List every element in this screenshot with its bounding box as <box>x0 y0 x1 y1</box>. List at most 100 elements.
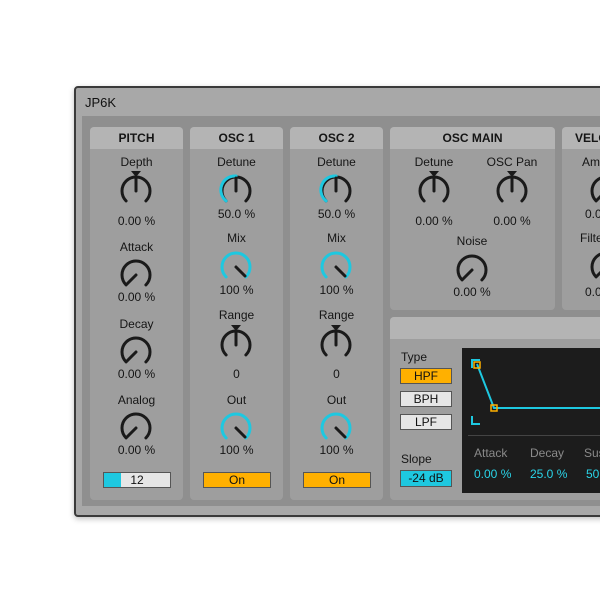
envelope-start-bracket-bottom <box>471 416 480 425</box>
filter-header <box>390 317 600 339</box>
osc2-mix-label: Mix <box>327 231 346 245</box>
osc-main-pan-label: OSC Pan <box>486 155 538 169</box>
velo-amp-value: 0.0 <box>585 207 600 221</box>
osc1-out-value: 100 % <box>219 443 254 457</box>
osc1-detune-value: 50.0 % <box>217 207 256 221</box>
pitch-depth-label: Depth <box>120 155 153 169</box>
filter-type-hpf[interactable]: HPF <box>400 368 452 384</box>
filter-type-label: Type <box>401 350 428 364</box>
osc2-range-value: 0 <box>333 367 340 381</box>
pitch-attack-value: 0.00 % <box>117 290 156 304</box>
osc-main-pan-knob[interactable] <box>491 169 533 211</box>
pitch-analog-knob[interactable] <box>115 406 157 448</box>
pitch-decay-knob[interactable] <box>115 330 157 372</box>
velo-amp-knob[interactable] <box>585 169 600 211</box>
pitch-analog-value: 0.00 % <box>117 443 156 457</box>
osc2-mix-value: 100 % <box>319 283 354 297</box>
osc1-mix-knob[interactable] <box>215 245 257 287</box>
osc1-range-knob[interactable] <box>215 323 257 365</box>
filter-slope-label: Slope <box>401 452 432 466</box>
osc2-out-label: Out <box>326 393 347 407</box>
osc-main-noise-pointer <box>461 268 474 281</box>
pitch-depth-value: 0.00 % <box>117 214 156 228</box>
osc1-range-value: 0 <box>233 367 240 381</box>
osc1-out-arc <box>220 412 252 440</box>
pitch-decay-pointer <box>125 350 138 363</box>
envelope-sustain-label: Sus <box>584 446 600 460</box>
velo-header: VELO <box>562 127 600 149</box>
osc-main-detune-value: 0.00 % <box>415 214 453 228</box>
osc2-out-knob[interactable] <box>315 406 357 448</box>
osc2-mix-arc <box>320 251 352 279</box>
pitch-analog-pointer <box>125 426 138 439</box>
pitch-number-box[interactable]: 12 <box>103 472 171 488</box>
pitch-decay-label: Decay <box>119 317 154 331</box>
osc2-detune-label: Detune <box>317 155 356 169</box>
osc2-panel: OSC 2 Detune 50.0 % Mix 100 % Range 0 Ou <box>290 127 383 500</box>
osc-main-noise-knob[interactable] <box>451 248 493 290</box>
osc2-out-arc <box>320 412 352 440</box>
pitch-attack-label: Attack <box>119 240 154 254</box>
osc-main-header: OSC MAIN <box>390 127 555 149</box>
pitch-header: PITCH <box>90 127 183 149</box>
osc1-detune-knob[interactable] <box>215 169 257 211</box>
osc2-mix-knob[interactable] <box>315 245 357 287</box>
velo-filter-label: Filte <box>580 231 600 245</box>
osc2-on-toggle[interactable]: On <box>303 472 371 488</box>
device-body: PITCH Depth 0.00 % Attack 0.00 % Decay 0… <box>82 116 600 506</box>
osc2-out-pointer <box>334 426 347 439</box>
osc-main-detune-knob[interactable] <box>413 169 455 211</box>
pitch-analog-label: Analog <box>117 393 156 407</box>
envelope-attack-label: Attack <box>474 446 508 460</box>
osc2-range-knob[interactable] <box>315 323 357 365</box>
osc-main-noise-value: 0.00 % <box>453 285 491 299</box>
pitch-depth-knob[interactable] <box>115 169 157 211</box>
osc1-mix-value: 100 % <box>219 283 254 297</box>
osc-main-noise-label: Noise <box>456 234 488 248</box>
osc2-range-label: Range <box>318 308 355 322</box>
osc1-range-label: Range <box>218 308 255 322</box>
velo-amp-label: Am <box>582 155 600 169</box>
filter-type-bph[interactable]: BPH <box>400 391 452 407</box>
envelope-curve <box>476 363 600 409</box>
osc-main-panel: OSC MAIN Detune 0.00 % OSC Pan 0.00 % No… <box>390 127 555 310</box>
osc2-detune-knob[interactable] <box>315 169 357 211</box>
envelope-attack-value[interactable]: 0.00 % <box>474 467 511 481</box>
osc2-mix-pointer <box>334 265 347 278</box>
osc2-out-value: 100 % <box>319 443 354 457</box>
osc1-mix-label: Mix <box>227 231 246 245</box>
pitch-decay-track <box>120 336 152 364</box>
envelope-graph[interactable] <box>462 348 600 438</box>
osc1-panel: OSC 1 Detune 50.0 % Mix 100 % Range 0 Ou <box>190 127 283 500</box>
envelope-decay-label: Decay <box>530 446 565 460</box>
pitch-panel: PITCH Depth 0.00 % Attack 0.00 % Decay 0… <box>90 127 183 500</box>
pitch-analog-track <box>120 412 152 440</box>
osc1-on-toggle[interactable]: On <box>203 472 271 488</box>
osc1-detune-label: Detune <box>217 155 256 169</box>
osc2-detune-value: 50.0 % <box>317 207 356 221</box>
osc2-header: OSC 2 <box>290 127 383 149</box>
pitch-number-fill <box>104 473 121 487</box>
osc1-header: OSC 1 <box>190 127 283 149</box>
pitch-attack-track <box>120 259 152 287</box>
filter-slope-value[interactable]: -24 dB <box>400 470 452 487</box>
velo-panel: VELO Am 0.0 Filte 0.0 <box>562 127 600 310</box>
filter-type-lpf[interactable]: LPF <box>400 414 452 430</box>
envelope-sustain-value[interactable]: 50 <box>586 467 599 481</box>
pitch-number-value: 12 <box>130 473 144 487</box>
velo-filter-knob[interactable] <box>585 245 600 287</box>
osc1-mix-arc <box>220 251 252 279</box>
osc1-mix-pointer <box>234 265 247 278</box>
pitch-attack-knob[interactable] <box>115 253 157 295</box>
filter-panel: Type HPF BPH LPF Slope -24 dB Attack 0.0… <box>390 317 600 500</box>
osc1-out-label: Out <box>226 393 247 407</box>
envelope-decay-value[interactable]: 25.0 % <box>530 467 567 481</box>
osc1-out-pointer <box>234 426 247 439</box>
osc1-out-knob[interactable] <box>215 406 257 448</box>
envelope-divider <box>468 435 600 436</box>
device-window: JP6K PITCH Depth 0.00 % Attack 0.00 % De… <box>74 86 600 517</box>
pitch-decay-value: 0.00 % <box>117 367 156 381</box>
osc-main-noise-track <box>456 254 488 282</box>
envelope-display[interactable]: Attack 0.00 % Decay 25.0 % Sus 50 <box>462 348 600 493</box>
osc-main-detune-label: Detune <box>414 155 454 169</box>
